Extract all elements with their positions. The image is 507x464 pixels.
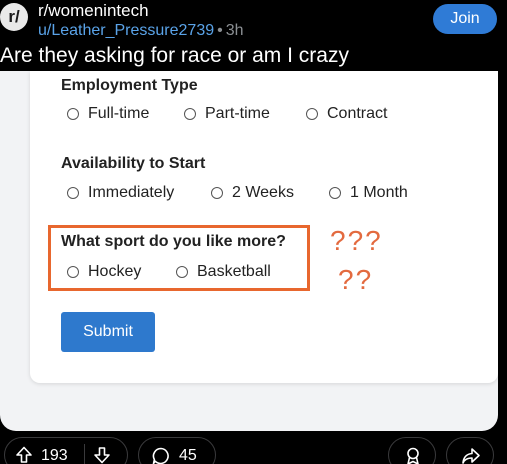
question-marks-annotation: ??? [330,225,383,256]
option-part-time: Part-time [184,105,270,123]
post-title[interactable]: Are they asking for race or am I crazy [0,44,349,68]
meta-separator: • [217,22,223,39]
comment-count: 45 [179,447,197,464]
radio-icon [67,187,79,199]
option-label: Full-time [88,105,150,122]
availability-heading: Availability to Start [61,155,206,172]
post-action-bar: 193 45 [0,437,507,464]
option-hockey: Hockey [67,263,141,281]
author-username[interactable]: u/Leather_Pressure2739 [38,22,214,39]
upvote-count: 193 [41,447,68,464]
radio-icon [67,266,79,278]
employment-type-heading: Employment Type [61,77,198,94]
vote-divider [84,444,85,464]
award-icon [407,447,419,464]
question-marks-annotation: ?? [338,264,374,295]
comments-button[interactable]: 45 [138,437,216,464]
option-contract: Contract [306,105,387,123]
reddit-post: r/ r/womenintech u/Leather_Pressure2739 •… [0,0,507,464]
radio-icon [306,108,318,120]
award-button[interactable] [388,437,436,464]
join-button[interactable]: Join [433,4,497,34]
option-label: 1 Month [350,184,408,201]
option-label: Immediately [88,184,175,201]
radio-icon [184,108,196,120]
option-full-time: Full-time [67,105,149,123]
option-1-month: 1 Month [329,184,408,202]
option-label: Contract [327,105,388,122]
subreddit-avatar[interactable]: r/ [0,3,28,31]
post-header: r/ r/womenintech u/Leather_Pressure2739 •… [0,0,507,44]
option-label: Part-time [205,105,270,122]
comment-icon [152,447,169,464]
share-icon [462,448,480,464]
option-label: Basketball [197,263,271,280]
downvote-icon[interactable] [93,446,111,464]
submit-button: Submit [61,312,155,352]
upvote-icon[interactable] [15,446,33,464]
option-basketball: Basketball [176,263,271,281]
option-label: Hockey [88,263,142,280]
application-form-screenshot: Employment Type Full-time Part-time Cont… [30,71,498,383]
post-meta: u/Leather_Pressure2739 • 3h [38,22,244,40]
radio-icon [329,187,341,199]
post-image[interactable]: Employment Type Full-time Part-time Cont… [0,71,498,431]
option-label: 2 Weeks [232,184,294,201]
share-button[interactable] [446,437,494,464]
subreddit-name[interactable]: r/womenintech [38,1,149,21]
post-age: 3h [225,22,244,39]
radio-icon [67,108,79,120]
sport-question-heading: What sport do you like more? [61,233,286,250]
option-immediately: Immediately [67,184,174,202]
option-2-weeks: 2 Weeks [211,184,294,202]
vote-control: 193 [4,437,128,464]
radio-icon [211,187,223,199]
radio-icon [176,266,188,278]
